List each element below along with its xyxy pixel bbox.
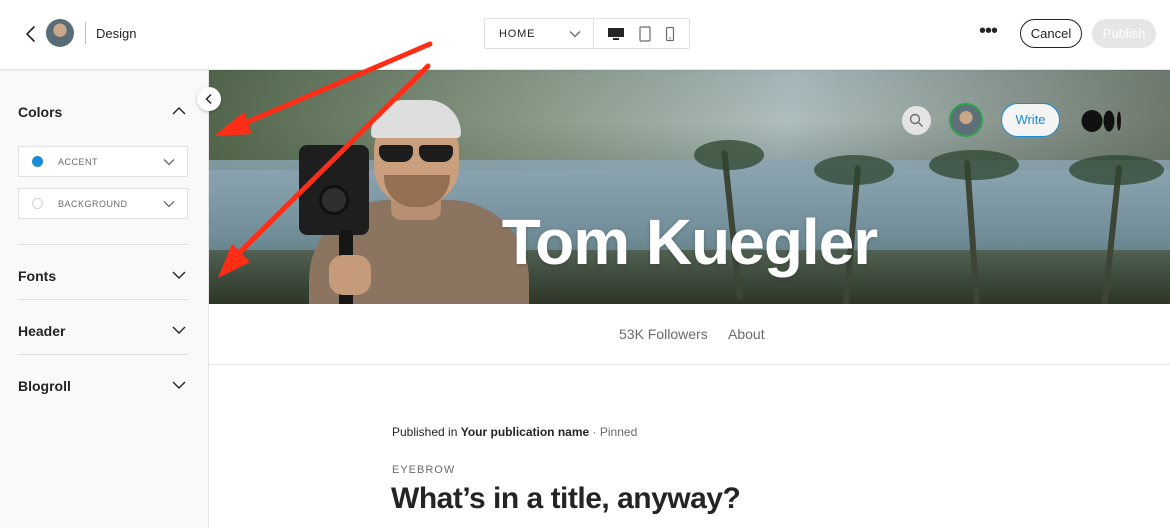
page-select-dropdown[interactable]: HOME (484, 18, 594, 49)
mobile-view-button[interactable] (655, 19, 685, 48)
section-label: Fonts (18, 268, 57, 284)
color-swatch (32, 156, 43, 167)
background-color-select[interactable]: BACKGROUND (18, 188, 188, 219)
palm-frond (694, 140, 764, 170)
header-section-header[interactable]: Header (18, 319, 188, 343)
mobile-icon (665, 26, 675, 41)
publication-title: Tom Kuegler (501, 206, 878, 278)
medium-logo-icon[interactable] (1081, 109, 1123, 133)
editor-topbar: Design HOME ••• Cancel Publish (0, 0, 1170, 70)
color-swatch (32, 198, 43, 209)
more-options-button[interactable]: ••• (976, 21, 1000, 44)
design-sidebar: Colors ACCENT BACKGROUND Fonts Header Bl… (0, 70, 209, 528)
page-select-value: HOME (499, 28, 536, 40)
palm-frond (929, 150, 1019, 180)
blogroll-section-header[interactable]: Blogroll (18, 374, 188, 398)
cancel-button[interactable]: Cancel (1020, 19, 1082, 48)
desktop-icon (608, 27, 624, 40)
palm-frond (814, 155, 894, 185)
device-toggle-group (593, 18, 690, 49)
chevron-left-icon (26, 26, 35, 42)
section-label: Header (18, 323, 66, 339)
publication-link[interactable]: Your publication name (461, 425, 589, 439)
accent-color-select[interactable]: ACCENT (18, 146, 188, 177)
sunglasses (379, 145, 455, 163)
palm-frond (1069, 155, 1164, 185)
publish-button[interactable]: Publish (1092, 19, 1156, 48)
search-icon (909, 113, 923, 127)
header-banner-image: Tom Kuegler Write (209, 70, 1170, 304)
publication-nav: 53K Followers About (209, 304, 1170, 365)
published-prefix: Published in (392, 425, 458, 439)
collapse-sidebar-button[interactable] (197, 87, 221, 111)
divider (85, 22, 86, 44)
divider (18, 354, 188, 355)
page-preview: Tom Kuegler Write 53K Followers About Pu… (209, 70, 1170, 528)
fonts-section-header[interactable]: Fonts (18, 264, 188, 288)
divider (18, 299, 188, 300)
section-label: Blogroll (18, 378, 71, 394)
avatar[interactable] (949, 103, 983, 137)
post-title[interactable]: What’s in a title, anyway? (391, 482, 741, 516)
section-label: Colors (18, 104, 63, 120)
tablet-icon (639, 25, 651, 42)
chevron-down-icon (163, 159, 175, 166)
color-field-label: ACCENT (58, 157, 99, 167)
pinned-label: · Pinned (592, 425, 638, 439)
page-title: Design (96, 26, 137, 41)
chevron-down-icon (163, 201, 175, 208)
divider (18, 244, 188, 245)
about-link[interactable]: About (728, 326, 765, 342)
color-field-label: BACKGROUND (58, 199, 128, 209)
person-cap (371, 100, 461, 138)
post-meta: Published in Your publication name · Pin… (392, 425, 637, 439)
avatar[interactable] (46, 19, 74, 47)
chevron-down-icon (172, 381, 186, 389)
colors-section-header[interactable]: Colors (18, 100, 188, 124)
search-button[interactable] (902, 106, 931, 135)
chevron-up-icon (172, 107, 186, 115)
followers-link[interactable]: 53K Followers (619, 326, 708, 342)
chevron-down-icon (569, 31, 581, 38)
back-button[interactable] (22, 22, 42, 46)
desktop-view-button[interactable] (601, 19, 631, 48)
write-button[interactable]: Write (1001, 103, 1060, 137)
post-eyebrow: EYEBROW (392, 464, 456, 476)
chevron-down-icon (172, 271, 186, 279)
chevron-left-icon (205, 93, 212, 105)
chevron-down-icon (172, 326, 186, 334)
